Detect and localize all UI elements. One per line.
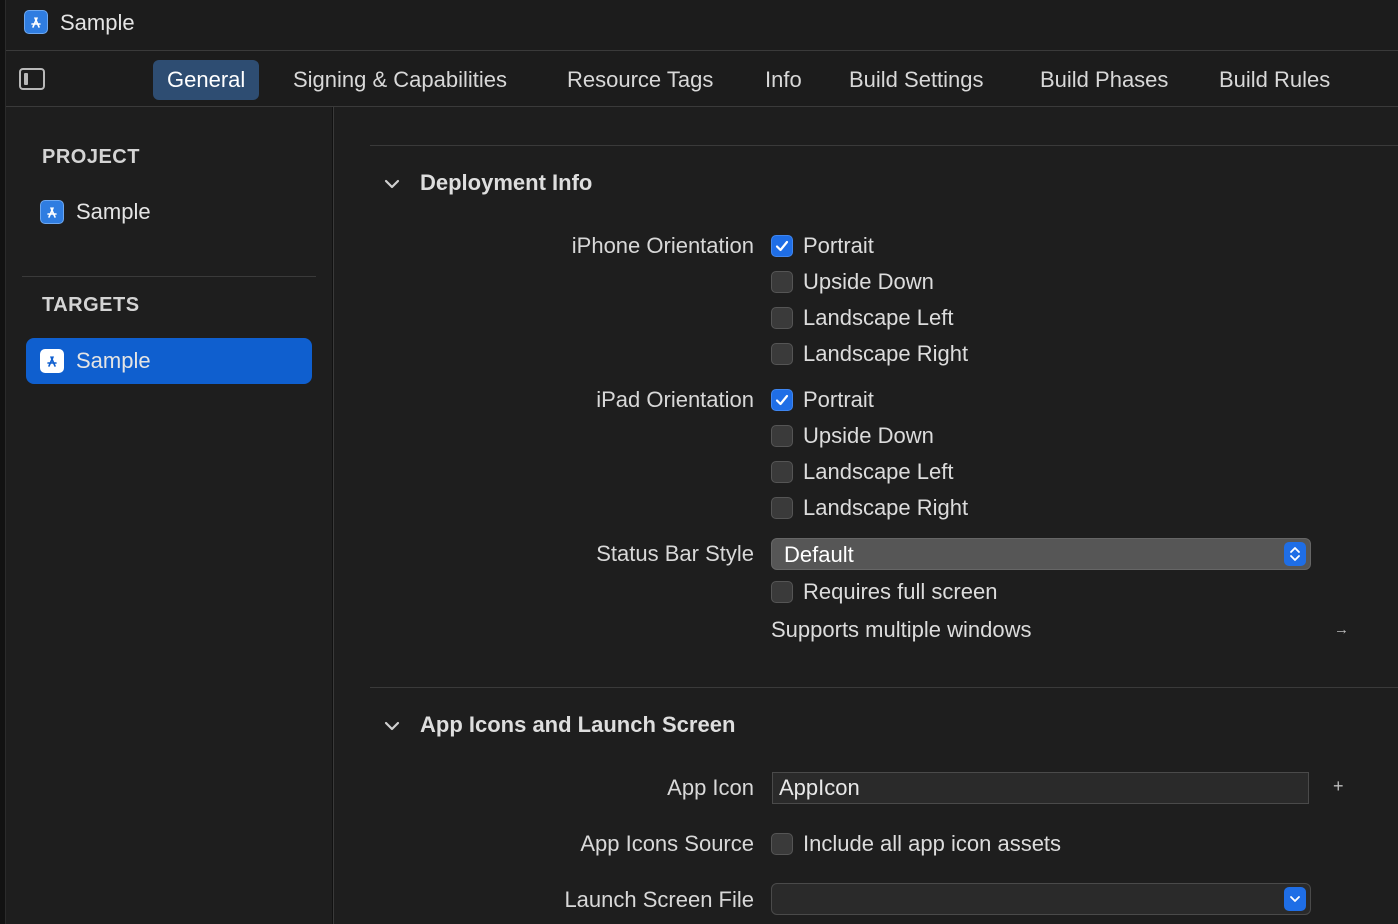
status-bar-style-select[interactable]: Default	[771, 538, 1311, 570]
checkbox-label: Include all app icon assets	[803, 831, 1062, 856]
status-bar-style-label: Status Bar Style	[596, 541, 754, 566]
app-store-icon	[40, 200, 64, 224]
checkbox-box	[771, 497, 793, 519]
checkbox-box	[771, 425, 793, 447]
main-editor: Deployment Info iPhone Orientation Portr…	[334, 107, 1398, 924]
checkmark-icon	[771, 235, 793, 257]
plus-icon[interactable]: +	[1333, 776, 1344, 797]
ipad-landscape-right-checkbox[interactable]: Landscape Right	[771, 495, 968, 521]
tab-build-phases[interactable]: Build Phases	[1026, 60, 1182, 100]
sidebar-item-project-sample[interactable]: Sample	[26, 189, 312, 235]
checkbox-label: Upside Down	[803, 269, 934, 294]
checkbox-label: Landscape Right	[803, 495, 969, 520]
app-store-icon	[40, 349, 64, 373]
window-title: Sample	[60, 10, 135, 35]
iphone-landscape-left-checkbox[interactable]: Landscape Left	[771, 305, 953, 331]
checkbox-label: Portrait	[803, 233, 874, 258]
iphone-upside-down-checkbox[interactable]: Upside Down	[771, 269, 934, 295]
title-bar: Sample	[6, 0, 1398, 51]
tab-build-settings[interactable]: Build Settings	[835, 60, 998, 100]
checkbox-box	[771, 343, 793, 365]
targets-header: TARGETS	[42, 294, 140, 316]
ipad-portrait-checkbox[interactable]: Portrait	[771, 387, 874, 413]
sidebar: PROJECT Sample TARGETS Sample	[6, 107, 334, 924]
chevron-down-icon	[1284, 887, 1306, 911]
deployment-info-title: Deployment Info	[420, 170, 593, 195]
chevron-down-icon[interactable]	[384, 718, 400, 734]
tab-general[interactable]: General	[153, 60, 260, 100]
checkbox-box	[771, 461, 793, 483]
app-icon-input[interactable]	[773, 773, 1308, 803]
tab-signing-capabilities[interactable]: Signing & Capabilities	[279, 60, 521, 100]
tab-info[interactable]: Info	[751, 60, 816, 100]
project-header: PROJECT	[42, 146, 140, 168]
arrow-right-icon[interactable]: →	[1334, 621, 1349, 638]
checkbox-box	[771, 307, 793, 329]
checkbox-label: Requires full screen	[803, 579, 998, 604]
checkbox-label: Landscape Left	[803, 459, 954, 484]
chevron-up-down-icon	[1284, 542, 1306, 566]
checkbox-box	[771, 271, 793, 293]
checkbox-label: Portrait	[803, 387, 874, 412]
section-divider	[370, 687, 1398, 688]
checkbox-box	[771, 581, 793, 603]
checkmark-icon	[771, 389, 793, 411]
sidebar-toggle-icon[interactable]	[19, 68, 45, 90]
sidebar-item-label: Sample	[76, 199, 151, 224]
supports-multiple-windows-label: Supports multiple windows	[771, 617, 1032, 642]
app-icon-field[interactable]	[772, 772, 1309, 804]
checkbox-label: Upside Down	[803, 423, 934, 448]
sidebar-divider	[22, 276, 316, 277]
app-icons-source-label: App Icons Source	[580, 831, 754, 856]
checkbox-label: Landscape Right	[803, 341, 969, 366]
requires-full-screen-checkbox[interactable]: Requires full screen	[771, 579, 997, 605]
app-icons-section-title: App Icons and Launch Screen	[420, 712, 736, 737]
app-icon-label: App Icon	[667, 775, 754, 800]
launch-screen-file-label: Launch Screen File	[564, 887, 754, 912]
tab-build-rules[interactable]: Build Rules	[1205, 60, 1344, 100]
include-all-app-icon-assets-checkbox[interactable]: Include all app icon assets	[771, 831, 1061, 857]
ipad-orientation-label: iPad Orientation	[596, 387, 754, 412]
iphone-orientation-label: iPhone Orientation	[571, 233, 754, 258]
app-store-icon	[24, 10, 48, 34]
tab-bar: General Signing & Capabilities Resource …	[6, 51, 1398, 107]
select-value: Default	[784, 542, 854, 567]
chevron-down-icon[interactable]	[384, 176, 400, 192]
ipad-landscape-left-checkbox[interactable]: Landscape Left	[771, 459, 953, 485]
checkbox-label: Landscape Left	[803, 305, 954, 330]
ipad-upside-down-checkbox[interactable]: Upside Down	[771, 423, 934, 449]
sidebar-item-target-sample[interactable]: Sample	[26, 338, 312, 384]
checkbox-box	[771, 833, 793, 855]
section-divider	[370, 145, 1398, 146]
tab-resource-tags[interactable]: Resource Tags	[553, 60, 727, 100]
iphone-landscape-right-checkbox[interactable]: Landscape Right	[771, 341, 968, 367]
sidebar-item-label: Sample	[76, 348, 151, 373]
launch-screen-file-select[interactable]	[771, 883, 1311, 915]
iphone-portrait-checkbox[interactable]: Portrait	[771, 233, 874, 259]
